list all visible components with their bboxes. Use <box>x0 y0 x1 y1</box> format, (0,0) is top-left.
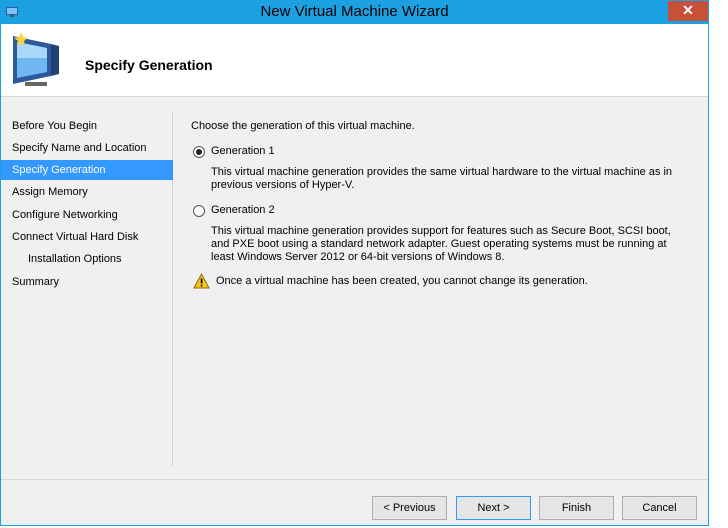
generation-1-radio[interactable] <box>193 146 205 158</box>
next-button[interactable]: Next > <box>456 496 531 520</box>
nav-item-assign-memory[interactable]: Assign Memory <box>1 182 173 202</box>
generation-2-radio[interactable] <box>193 205 205 217</box>
generation-1-label[interactable]: Generation 1 <box>211 145 275 157</box>
window-title: New Virtual Machine Wizard <box>260 3 449 20</box>
page-title: Specify Generation <box>85 57 213 73</box>
nav-item-installation-options[interactable]: Installation Options <box>1 249 173 269</box>
finish-button[interactable]: Finish <box>539 496 614 520</box>
generation-2-label[interactable]: Generation 2 <box>211 204 275 216</box>
nav-item-before-you-begin[interactable]: Before You Begin <box>1 116 173 136</box>
previous-button[interactable]: < Previous <box>372 496 447 520</box>
title-bar[interactable]: New Virtual Machine Wizard ✕ <box>1 1 708 24</box>
warning-icon <box>193 273 210 289</box>
cancel-button[interactable]: Cancel <box>622 496 697 520</box>
nav-item-summary[interactable]: Summary <box>1 272 173 292</box>
wizard-header: Specify Generation <box>1 24 708 97</box>
generation-2-description: This virtual machine generation provides… <box>211 225 671 263</box>
nav-item-specify-name-and-location[interactable]: Specify Name and Location <box>1 138 173 158</box>
wizard-window: New Virtual Machine Wizard ✕ Specify Gen… <box>0 0 709 526</box>
nav-item-configure-networking[interactable]: Configure Networking <box>1 205 173 225</box>
nav-item-specify-generation[interactable]: Specify Generation <box>1 160 173 180</box>
wizard-step-list: Before You Begin Specify Name and Locati… <box>1 111 173 466</box>
intro-text: Choose the generation of this virtual ma… <box>191 120 415 132</box>
new-vm-icon <box>13 32 59 86</box>
close-button[interactable]: ✕ <box>668 1 708 21</box>
footer-divider <box>1 479 708 480</box>
nav-item-connect-virtual-hard-disk[interactable]: Connect Virtual Hard Disk <box>1 227 173 247</box>
generation-1-description: This virtual machine generation provides… <box>211 166 673 191</box>
warning-text: Once a virtual machine has been created,… <box>216 275 588 287</box>
